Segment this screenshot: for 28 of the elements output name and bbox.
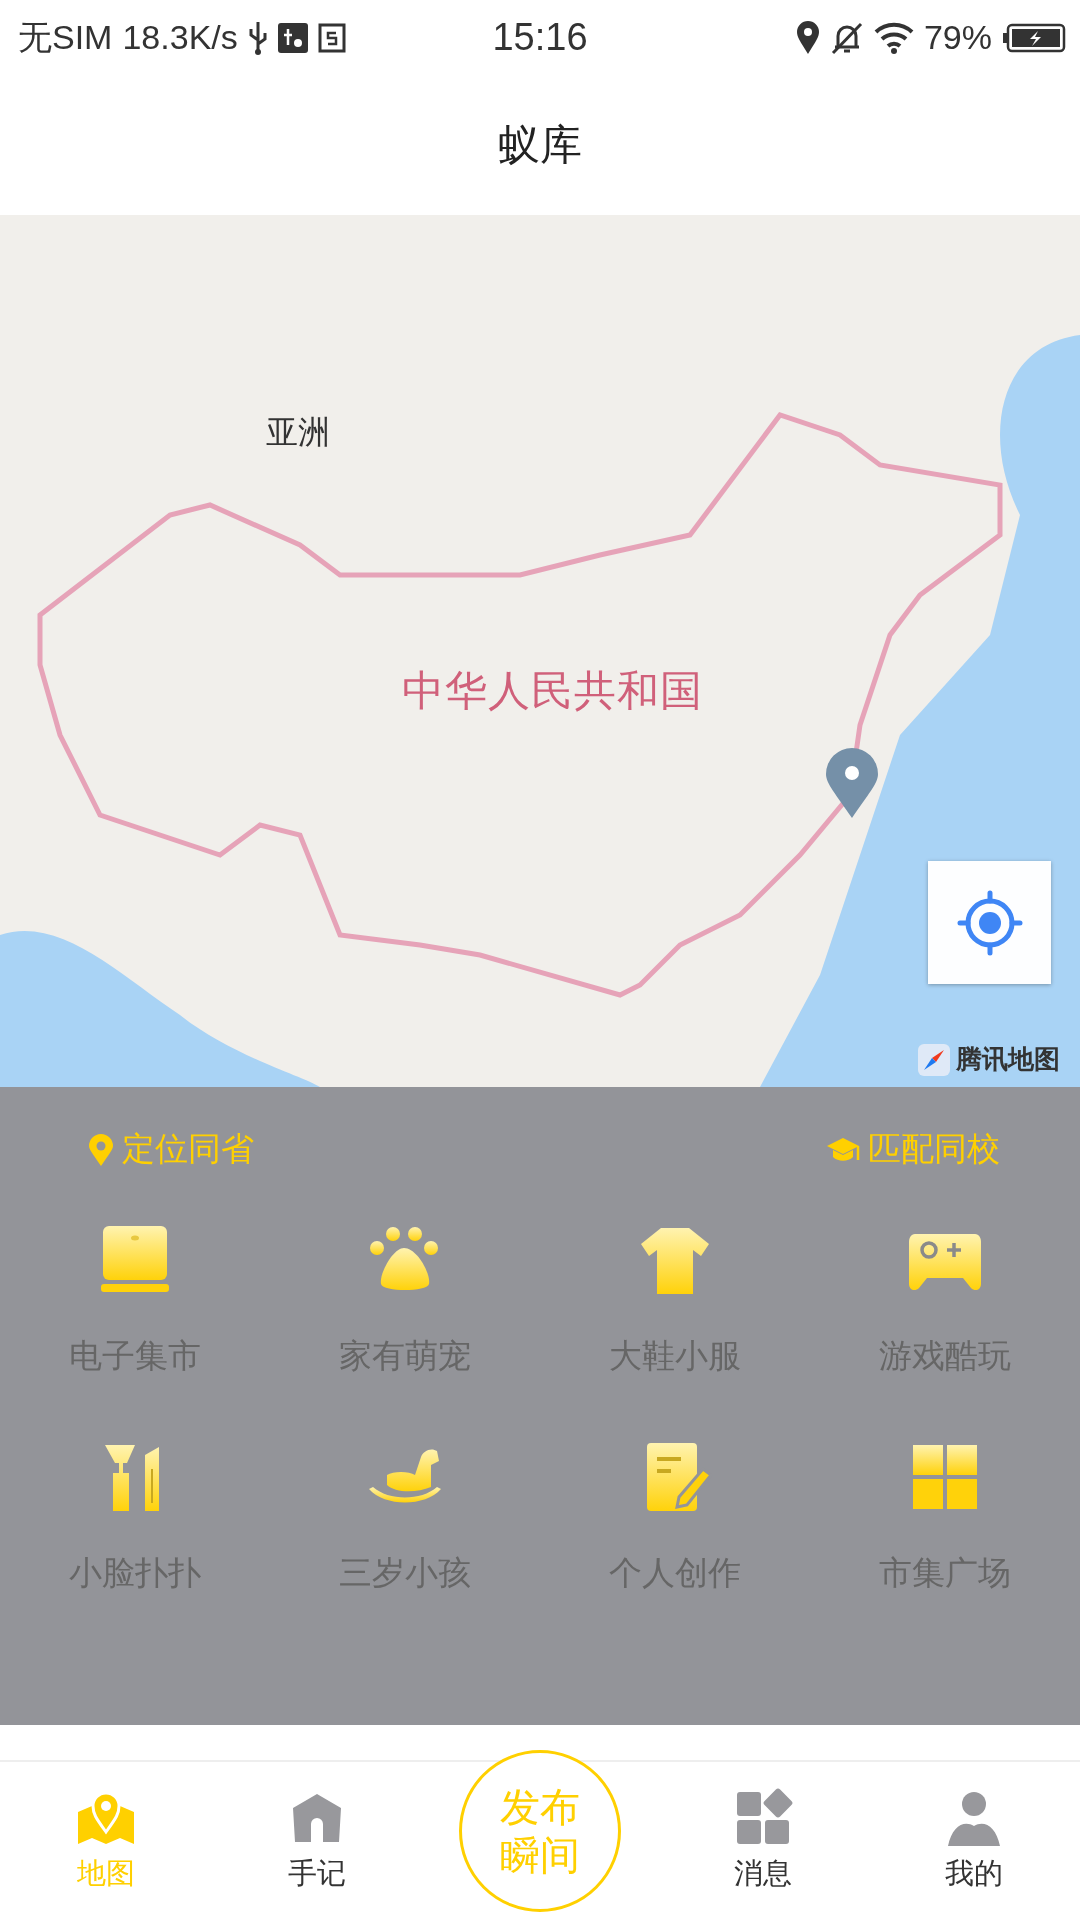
carrier-text: 无SIM [18, 16, 113, 58]
filter-link[interactable]: 匹配同校 [826, 1127, 1000, 1172]
nav-tab[interactable]: 我的 [904, 1788, 1045, 1894]
locate-button[interactable] [928, 861, 1051, 984]
graduation-cap-icon [826, 1135, 860, 1164]
clock-time: 15:16 [492, 16, 588, 59]
bell-muted-icon [829, 20, 864, 55]
usb-settings-icon [277, 22, 308, 53]
filter-link[interactable]: 定位同省 [88, 1127, 254, 1172]
nav-tab[interactable]: 手记 [247, 1788, 388, 1894]
publish-button[interactable]: 发布瞬间 [459, 1750, 621, 1912]
battery-charging-icon [1002, 22, 1066, 53]
battery-percent: 79% [923, 18, 992, 57]
usb-icon [247, 19, 268, 56]
nav-tab[interactable]: 消息 [692, 1788, 833, 1894]
network-speed: 18.3K/s [122, 18, 238, 57]
compass-icon [918, 1043, 950, 1076]
page-title: 蚁库 [498, 119, 582, 171]
sim-card-icon [317, 22, 346, 53]
wifi-icon [873, 21, 914, 54]
map-country-label: 中华人民共和国 [402, 665, 703, 717]
map-attribution: 腾讯地图 [956, 1043, 1060, 1076]
map-view[interactable]: 亚洲 中华人民共和国 腾讯地图 [0, 215, 1080, 1087]
map-pin-icon[interactable] [826, 748, 878, 818]
location-icon [795, 20, 820, 55]
location-pin-icon [88, 1133, 114, 1166]
map-region-label: 亚洲 [266, 412, 330, 453]
nav-tab[interactable]: 地图 [35, 1788, 176, 1894]
